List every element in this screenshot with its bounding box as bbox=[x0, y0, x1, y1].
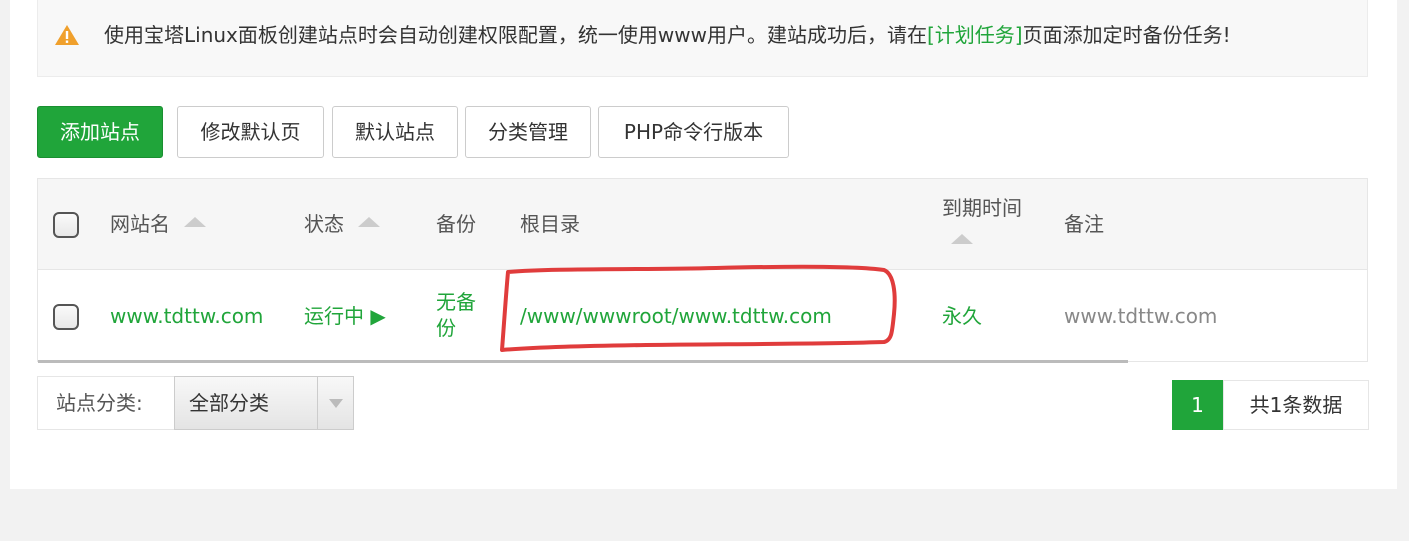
sort-asc-icon[interactable] bbox=[358, 217, 380, 227]
horizontal-scrollbar[interactable] bbox=[38, 360, 1128, 363]
table-header: 网站名 状态 备份 根目录 到期时间 备注 bbox=[38, 179, 1367, 270]
add-site-button[interactable]: 添加站点 bbox=[37, 106, 163, 158]
warning-triangle-icon bbox=[55, 25, 79, 45]
red-annotation-outline bbox=[500, 264, 897, 352]
backup-line-2: 份 bbox=[436, 316, 456, 340]
default-site-button[interactable]: 默认站点 bbox=[332, 106, 458, 158]
site-category-selected: 全部分类 bbox=[189, 391, 269, 415]
select-all-checkbox[interactable] bbox=[53, 212, 79, 238]
status-running-toggle[interactable]: 运行中 ▶ bbox=[304, 303, 386, 329]
header-site-name-label: 网站名 bbox=[110, 212, 170, 236]
expire-time-link[interactable]: 永久 bbox=[942, 303, 982, 329]
page-1-button[interactable]: 1 bbox=[1172, 380, 1223, 430]
site-category-select[interactable]: 全部分类 bbox=[174, 376, 354, 430]
backup-line-1: 无备 bbox=[436, 290, 476, 314]
header-expire-time: 到期时间 bbox=[942, 196, 1022, 220]
notice-text-after: 页面添加定时备份任务! bbox=[1022, 23, 1231, 47]
remark-field[interactable]: www.tdttw.com bbox=[1064, 303, 1217, 329]
sort-asc-icon[interactable] bbox=[184, 217, 206, 227]
notice-text-before: 使用宝塔Linux面板创建站点时会自动创建权限配置，统一使用www用户。建站成功… bbox=[104, 23, 927, 47]
cron-task-link[interactable]: [计划任务] bbox=[927, 23, 1023, 47]
site-name-link[interactable]: www.tdttw.com bbox=[110, 303, 263, 329]
header-root-dir: 根目录 bbox=[520, 212, 580, 236]
header-status[interactable]: 状态 bbox=[304, 211, 380, 237]
notice-banner: 使用宝塔Linux面板创建站点时会自动创建权限配置，统一使用www用户。建站成功… bbox=[37, 0, 1368, 77]
edit-default-page-button[interactable]: 修改默认页 bbox=[177, 106, 324, 158]
site-category-label: 站点分类: bbox=[37, 376, 175, 430]
header-backup: 备份 bbox=[436, 212, 476, 236]
pagination-total: 共1条数据 bbox=[1223, 380, 1369, 430]
row-checkbox[interactable] bbox=[53, 304, 79, 330]
notice-text: 使用宝塔Linux面板创建站点时会自动创建权限配置，统一使用www用户。建站成功… bbox=[104, 22, 1231, 48]
category-manage-button[interactable]: 分类管理 bbox=[465, 106, 591, 158]
backup-link[interactable]: 无备 份 bbox=[436, 289, 476, 341]
header-remark: 备注 bbox=[1064, 212, 1104, 236]
chevron-down-icon[interactable] bbox=[329, 399, 343, 408]
php-cli-version-button[interactable]: PHP命令行版本 bbox=[598, 106, 789, 158]
sort-asc-icon[interactable] bbox=[951, 234, 973, 244]
header-site-name[interactable]: 网站名 bbox=[110, 211, 206, 237]
select-divider bbox=[317, 377, 318, 429]
header-status-label: 状态 bbox=[304, 212, 344, 236]
